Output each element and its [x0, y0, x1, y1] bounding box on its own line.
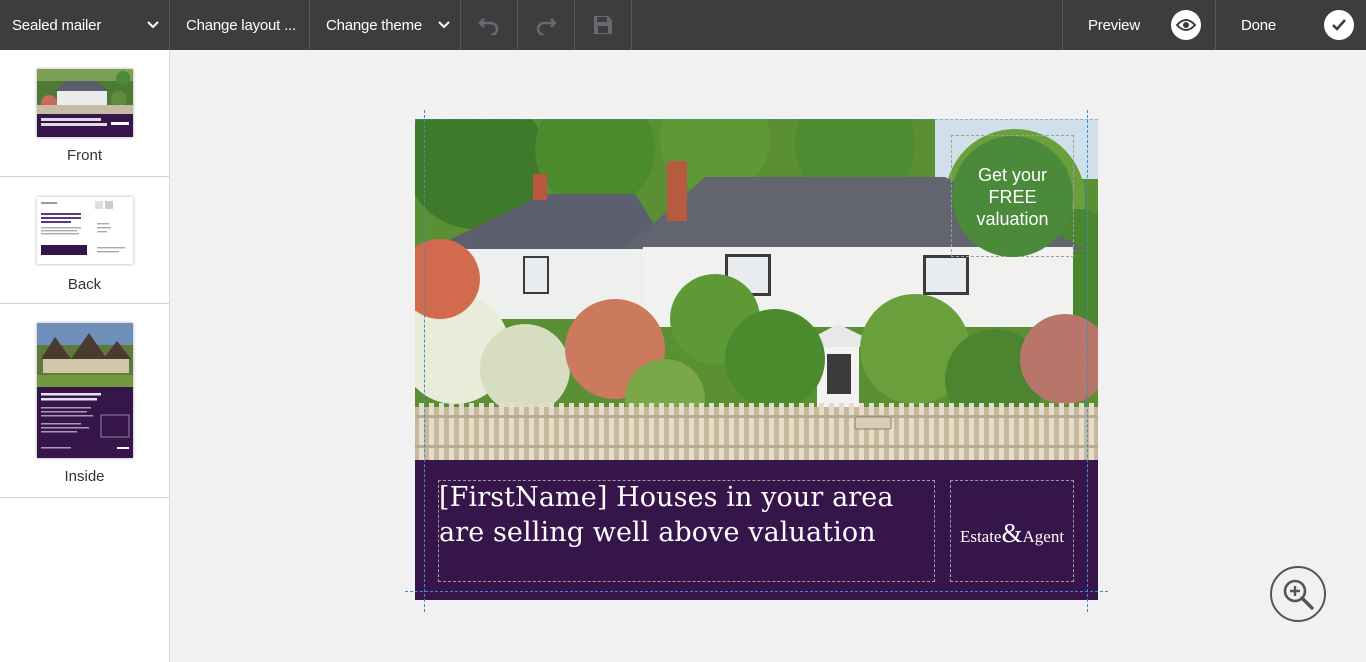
zoom-in-icon — [1283, 579, 1314, 610]
save-icon — [594, 16, 612, 34]
logo-word-estate: Estate — [959, 527, 1002, 546]
save-button[interactable] — [575, 0, 632, 50]
preview-label: Preview — [1088, 16, 1140, 34]
front-thumbnail — [36, 69, 133, 137]
headline-band: [FirstName] Houses in your area are sell… — [415, 460, 1098, 600]
logo-word-agent: Agent — [1022, 527, 1065, 546]
chevron-down-icon — [147, 21, 159, 29]
change-layout-label: Change layout ... — [186, 16, 297, 34]
undo-button[interactable] — [461, 0, 518, 50]
toolbar: Sealed mailer Change layout ... Change t… — [0, 0, 1366, 50]
free-valuation-badge[interactable]: Get your FREE valuation — [952, 136, 1073, 257]
page-sidebar: Front Back Inside — [0, 50, 170, 662]
chevron-down-icon — [438, 21, 450, 29]
change-theme-label: Change theme — [326, 16, 423, 34]
checkmark-icon — [1324, 10, 1354, 40]
back-thumbnail — [36, 197, 133, 264]
page-label-inside: Inside — [64, 468, 105, 485]
document-type-dropdown[interactable]: Sealed mailer — [0, 0, 170, 50]
document-type-label: Sealed mailer — [12, 16, 102, 34]
badge-line-2: FREE — [988, 186, 1037, 207]
change-theme-dropdown[interactable]: Change theme — [310, 0, 461, 50]
page-thumb-front[interactable]: Front — [0, 50, 169, 177]
mailer-front-page[interactable]: Get your FREE valuation [FirstName] Hous… — [415, 119, 1098, 600]
agent-logo[interactable]: Estate&Agent — [951, 518, 1073, 549]
eye-icon — [1171, 10, 1201, 40]
preview-button[interactable]: Preview — [1063, 0, 1216, 50]
bleed-guide-left — [424, 110, 425, 612]
toolbar-spacer — [632, 0, 1063, 50]
redo-button[interactable] — [518, 0, 575, 50]
headline-text[interactable]: [FirstName] Houses in your area are sell… — [439, 480, 939, 550]
redo-icon — [536, 18, 557, 35]
page-label-back: Back — [67, 276, 102, 293]
badge-line-1: Get your — [977, 164, 1048, 185]
undo-icon — [478, 18, 499, 35]
page-thumb-inside[interactable]: Inside — [0, 304, 169, 498]
done-label: Done — [1241, 16, 1277, 34]
page-label-front: Front — [66, 147, 102, 164]
page-thumb-back[interactable]: Back — [0, 177, 169, 304]
logo-ampersand: & — [1001, 518, 1023, 548]
zoom-in-button[interactable] — [1270, 566, 1326, 622]
change-layout-button[interactable]: Change layout ... — [170, 0, 310, 50]
bleed-guide-top — [415, 119, 1098, 120]
done-button[interactable]: Done — [1216, 0, 1366, 50]
badge-line-3: valuation — [976, 208, 1049, 229]
bleed-guide-right — [1087, 110, 1088, 612]
inside-thumbnail — [36, 323, 133, 458]
bleed-guide-bottom — [405, 591, 1108, 592]
